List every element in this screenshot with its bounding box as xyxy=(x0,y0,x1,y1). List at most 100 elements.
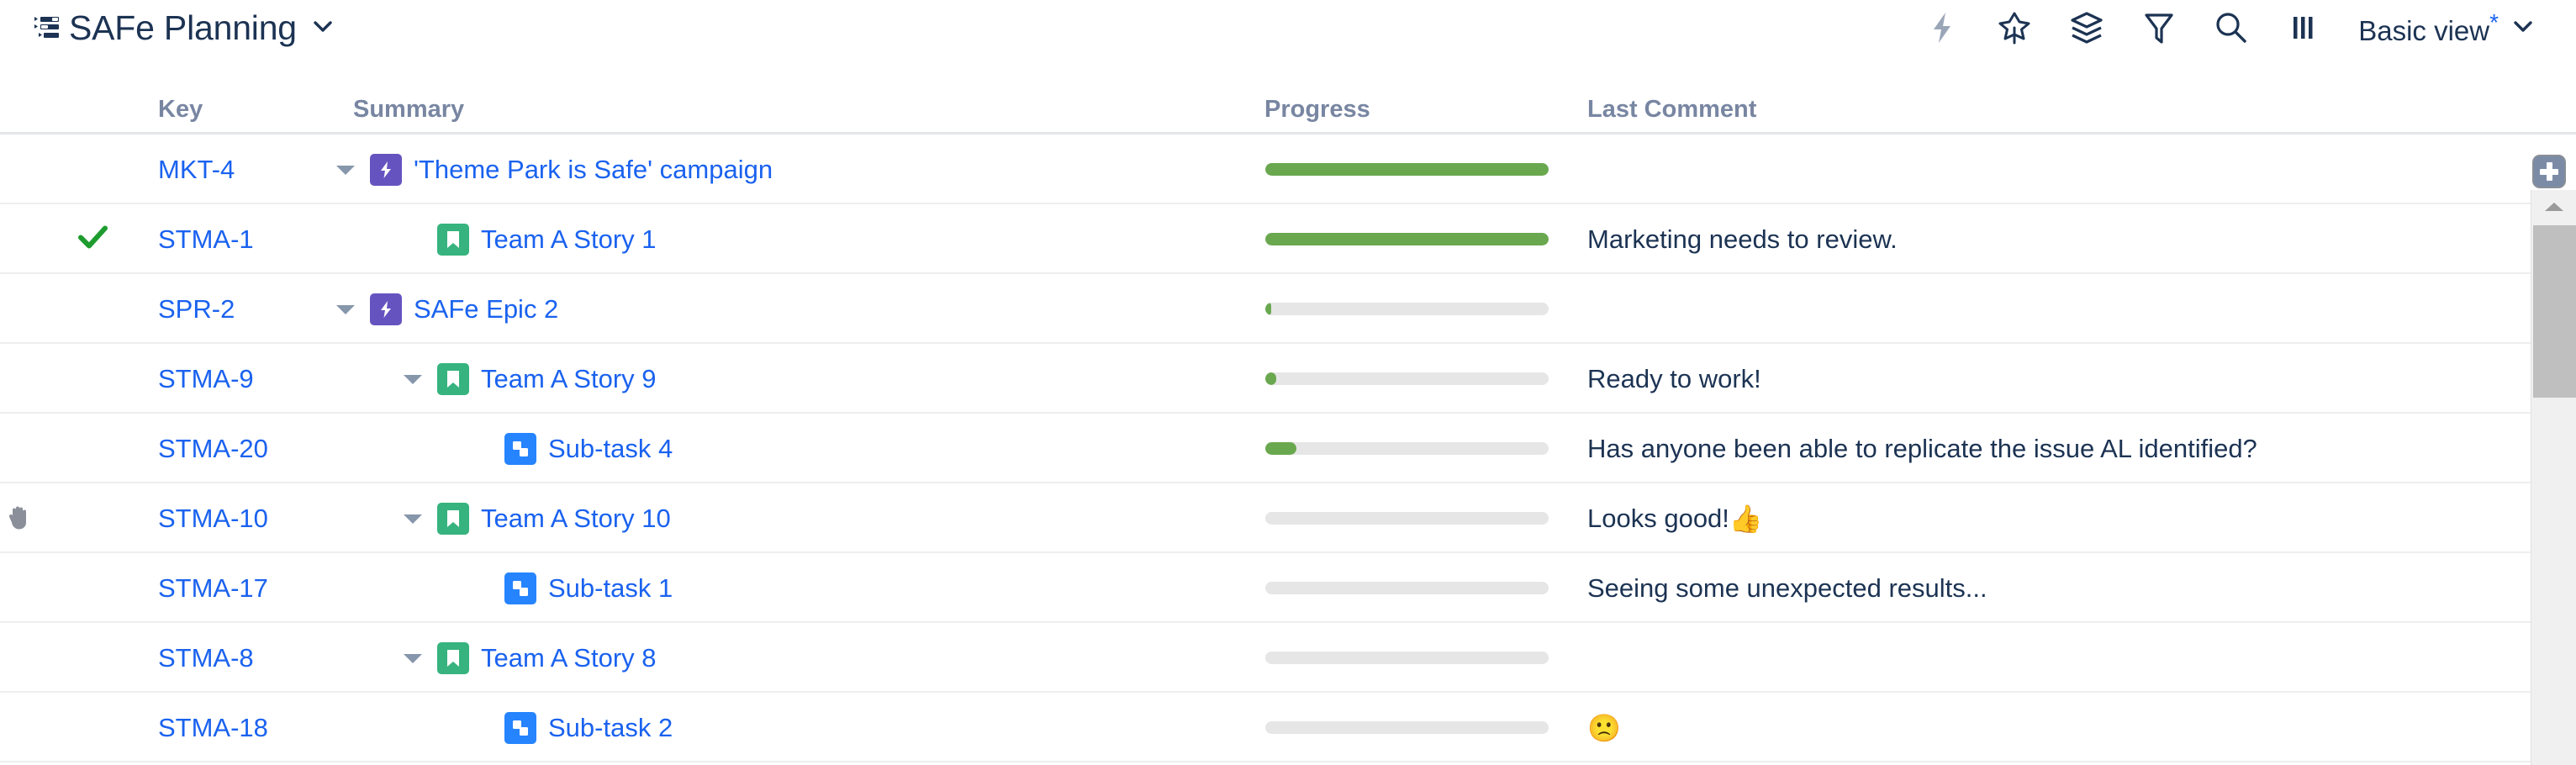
last-comment-cell[interactable]: Looks good! 👍 xyxy=(1587,483,1763,553)
issue-summary-link[interactable]: Sub-task 1 xyxy=(548,573,673,604)
add-column-button[interactable] xyxy=(2532,155,2566,188)
issue-key-link[interactable]: SPR-2 xyxy=(158,274,235,344)
table-row[interactable]: STMA-8 Team A Story 8 xyxy=(0,623,2531,693)
progress-cell xyxy=(1265,204,1549,274)
progress-cell xyxy=(1265,553,1549,623)
issue-summary-link[interactable]: Team A Story 1 xyxy=(481,224,657,255)
progress-bar xyxy=(1265,512,1549,525)
comment-text: Seeing some unexpected results... xyxy=(1587,573,1987,604)
issue-summary-link[interactable]: Team A Story 8 xyxy=(481,643,657,673)
triangle-up-icon[interactable] xyxy=(2531,190,2576,224)
summary-cell: Team A Story 9 xyxy=(400,344,657,414)
progress-cell xyxy=(1265,414,1549,483)
progress-cell xyxy=(1265,135,1549,204)
summary-cell: Sub-task 1 xyxy=(504,553,673,623)
pin-icon[interactable] xyxy=(1997,10,2032,45)
story-type-icon xyxy=(437,363,469,395)
vertical-scrollbar[interactable] xyxy=(2531,190,2576,765)
issue-key-link[interactable]: MKT-4 xyxy=(158,135,235,204)
chevron-down-icon[interactable] xyxy=(2510,18,2536,39)
row-gutter xyxy=(0,344,151,414)
issue-summary-link[interactable]: Team A Story 10 xyxy=(481,504,671,534)
progress-cell xyxy=(1265,483,1549,553)
scrollbar-thumb[interactable] xyxy=(2533,225,2576,398)
view-modified-marker: * xyxy=(2489,9,2499,35)
comment-text: Looks good! xyxy=(1587,504,1729,534)
row-gutter xyxy=(0,623,151,693)
last-comment-cell[interactable]: Marketing needs to review. xyxy=(1587,204,1898,274)
row-gutter xyxy=(0,483,151,553)
summary-cell: Team A Story 1 xyxy=(437,204,657,274)
column-header-key[interactable]: Key xyxy=(158,96,203,124)
issue-key-link[interactable]: STMA-18 xyxy=(158,693,268,762)
comment-text: Has anyone been able to replicate the is… xyxy=(1587,434,2257,464)
table-row[interactable]: STMA-18 Sub-task 2 🙁 xyxy=(0,693,2531,762)
story-type-icon xyxy=(437,642,469,674)
expand-collapse-triangle-icon[interactable] xyxy=(400,483,425,553)
last-comment-cell[interactable]: 🙁 xyxy=(1587,693,1621,762)
expand-collapse-triangle-icon[interactable] xyxy=(333,135,358,204)
layers-icon[interactable] xyxy=(2069,10,2104,45)
columns-icon[interactable] xyxy=(2286,10,2321,45)
toolbar: Basic view* xyxy=(1924,9,2576,47)
summary-cell: Sub-task 4 xyxy=(504,414,673,483)
table-row[interactable]: MKT-4 'Theme Park is Safe' campaign xyxy=(0,135,2531,204)
epic-type-icon xyxy=(370,154,402,186)
table-row[interactable]: STMA-17 Sub-task 1 Seeing some unexpected … xyxy=(0,553,2531,623)
issue-key-link[interactable]: STMA-17 xyxy=(158,553,268,623)
row-gutter xyxy=(0,204,151,274)
table-row[interactable]: STMA-10 Team A Story 10 Looks good! 👍 xyxy=(0,483,2531,553)
last-comment-cell[interactable]: Seeing some unexpected results... xyxy=(1587,553,1987,623)
view-selector[interactable]: Basic view* xyxy=(2358,9,2536,47)
last-comment-cell[interactable]: Ready to work! xyxy=(1587,344,1761,414)
progress-bar xyxy=(1265,721,1549,734)
issue-key-link[interactable]: STMA-20 xyxy=(158,414,268,483)
filter-icon[interactable] xyxy=(2141,10,2177,45)
expand-collapse-triangle-icon[interactable] xyxy=(333,274,358,344)
issue-summary-link[interactable]: Sub-task 2 xyxy=(548,713,673,743)
chevron-down-icon[interactable] xyxy=(310,18,335,39)
search-icon[interactable] xyxy=(2214,10,2249,45)
issue-summary-link[interactable]: Team A Story 9 xyxy=(481,364,657,394)
comment-text: Ready to work! xyxy=(1587,364,1761,394)
issue-summary-link[interactable]: SAFe Epic 2 xyxy=(414,294,558,324)
expand-collapse-triangle-icon[interactable] xyxy=(400,344,425,414)
issue-summary-link[interactable]: 'Theme Park is Safe' campaign xyxy=(414,155,773,185)
progress-bar-fill xyxy=(1265,163,1549,176)
view-name-text: Basic view xyxy=(2358,15,2489,46)
expand-collapse-triangle-icon[interactable] xyxy=(400,623,425,693)
comment-emoji: 🙁 xyxy=(1587,712,1621,744)
last-comment-cell[interactable]: Has anyone been able to replicate the is… xyxy=(1587,414,2257,483)
progress-bar xyxy=(1265,303,1549,315)
progress-bar-fill xyxy=(1265,303,1271,315)
progress-bar xyxy=(1265,233,1549,245)
table-row[interactable]: SPR-2 SAFe Epic 2 xyxy=(0,274,2531,344)
progress-bar xyxy=(1265,372,1549,385)
table-row[interactable]: STMA-9 Team A Story 9 Ready to work! xyxy=(0,344,2531,414)
column-header-row: Key Summary Progress Last Comment xyxy=(0,55,2576,135)
structure-grid-app: SAFe Planning xyxy=(0,0,2576,765)
subtask-type-icon xyxy=(504,572,536,604)
column-header-progress[interactable]: Progress xyxy=(1264,96,1370,124)
row-gutter xyxy=(0,135,151,204)
page-title: SAFe Planning xyxy=(69,8,297,48)
lightning-icon[interactable] xyxy=(1924,10,1960,45)
comment-text: Marketing needs to review. xyxy=(1587,224,1898,255)
issue-key-link[interactable]: STMA-10 xyxy=(158,483,268,553)
table-row[interactable]: STMA-1 Team A Story 1 Marketing needs to r… xyxy=(0,204,2531,274)
issue-summary-link[interactable]: Sub-task 4 xyxy=(548,434,673,464)
view-name-label: Basic view* xyxy=(2358,9,2499,47)
title-group: SAFe Planning xyxy=(0,8,335,48)
issue-key-link[interactable]: STMA-8 xyxy=(158,623,254,693)
column-header-comment[interactable]: Last Comment xyxy=(1587,96,1756,124)
story-type-icon xyxy=(437,224,469,256)
summary-cell: Team A Story 8 xyxy=(400,623,657,693)
issue-key-link[interactable]: STMA-1 xyxy=(158,204,254,274)
summary-cell: 'Theme Park is Safe' campaign xyxy=(333,135,773,204)
row-gutter xyxy=(0,553,151,623)
summary-cell: Team A Story 10 xyxy=(400,483,671,553)
issue-key-link[interactable]: STMA-9 xyxy=(158,344,254,414)
issue-grid: Key Summary Progress Last Comment MKT-4 '… xyxy=(0,55,2576,765)
table-row[interactable]: STMA-20 Sub-task 4 Has anyone been able to… xyxy=(0,414,2531,483)
column-header-summary[interactable]: Summary xyxy=(353,96,464,124)
